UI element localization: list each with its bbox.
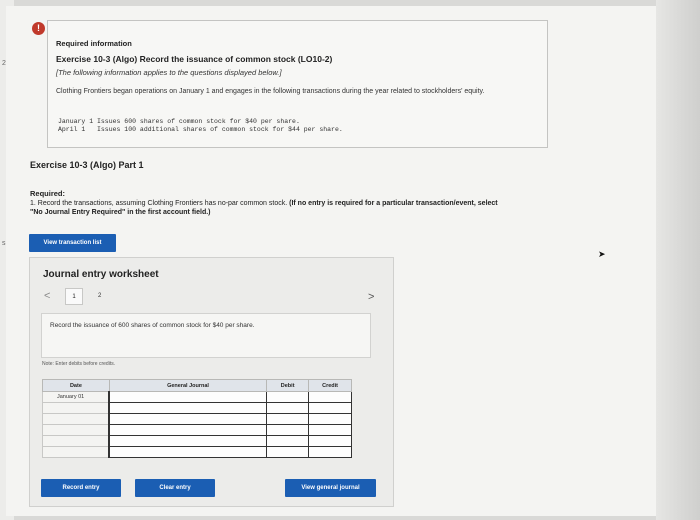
table-row	[42, 446, 352, 458]
view-general-journal-button[interactable]: View general journal	[285, 479, 376, 497]
view-transaction-list-button[interactable]: View transaction list	[29, 234, 116, 252]
clear-entry-button[interactable]: Clear entry	[135, 479, 215, 497]
debits-note: Note: Enter debits before credits.	[42, 361, 116, 367]
part-title: Exercise 10-3 (Algo) Part 1	[30, 160, 144, 170]
account-field[interactable]	[108, 435, 268, 447]
required-instruction: 1. Record the transactions, assuming Clo…	[30, 200, 288, 207]
credit-field[interactable]	[308, 413, 352, 425]
table-row	[42, 435, 352, 447]
debit-field[interactable]	[266, 424, 310, 436]
transaction-line: April 1 Issues 100 additional shares of …	[58, 126, 343, 133]
date-cell	[42, 424, 110, 436]
account-field[interactable]	[108, 391, 268, 403]
required-text: 1. Record the transactions, assuming Clo…	[30, 199, 510, 217]
record-entry-button[interactable]: Record entry	[41, 479, 121, 497]
applies-note: [The following information applies to th…	[56, 68, 282, 77]
date-cell	[42, 435, 110, 447]
table-row	[42, 424, 352, 436]
date-cell	[42, 413, 110, 425]
credit-field[interactable]	[308, 391, 352, 403]
debit-field[interactable]	[266, 446, 310, 458]
debit-field[interactable]	[266, 402, 310, 414]
page-tab-1[interactable]: 1	[65, 288, 83, 305]
date-cell	[42, 446, 110, 458]
next-page-arrow-icon[interactable]: >	[368, 291, 374, 303]
worksheet-title: Journal entry worksheet	[43, 269, 159, 280]
column-header-general-journal: General Journal	[108, 379, 268, 392]
debit-field[interactable]	[266, 413, 310, 425]
credit-field[interactable]	[308, 446, 352, 458]
debit-field[interactable]	[266, 435, 310, 447]
required-information-heading: Required information	[56, 39, 132, 48]
account-field[interactable]	[108, 413, 268, 425]
debit-field[interactable]	[266, 391, 310, 403]
column-header-debit: Debit	[266, 379, 310, 392]
instruction-box: Record the issuance of 600 shares of com…	[41, 313, 371, 358]
right-gutter	[656, 0, 700, 520]
alert-icon: !	[32, 22, 45, 35]
table-row	[42, 413, 352, 425]
required-heading: Required:	[30, 189, 66, 198]
date-cell	[42, 402, 110, 414]
exercise-description: Clothing Frontiers began operations on J…	[56, 88, 485, 95]
credit-field[interactable]	[308, 424, 352, 436]
table-row	[42, 402, 352, 414]
column-header-credit: Credit	[308, 379, 352, 392]
instruction-text: Record the issuance of 600 shares of com…	[50, 322, 255, 329]
journal-table: Date General Journal Debit Credit Januar…	[42, 379, 352, 458]
credit-field[interactable]	[308, 435, 352, 447]
date-cell: January 01	[42, 391, 110, 403]
page-tab-2[interactable]: 2	[98, 293, 101, 299]
mouse-cursor-icon: ➤	[598, 249, 606, 259]
exercise-title: Exercise 10-3 (Algo) Record the issuance…	[56, 54, 333, 64]
column-header-date: Date	[42, 379, 110, 392]
account-field[interactable]	[108, 446, 268, 458]
edge-letter: s	[2, 240, 6, 247]
account-field[interactable]	[108, 402, 268, 414]
required-information-card: Required information Exercise 10-3 (Algo…	[47, 20, 548, 148]
account-field[interactable]	[108, 424, 268, 436]
previous-page-arrow-icon[interactable]: <	[44, 290, 50, 302]
transaction-line: January 1 Issues 600 shares of common st…	[58, 118, 300, 125]
table-row: January 01	[42, 391, 352, 403]
credit-field[interactable]	[308, 402, 352, 414]
